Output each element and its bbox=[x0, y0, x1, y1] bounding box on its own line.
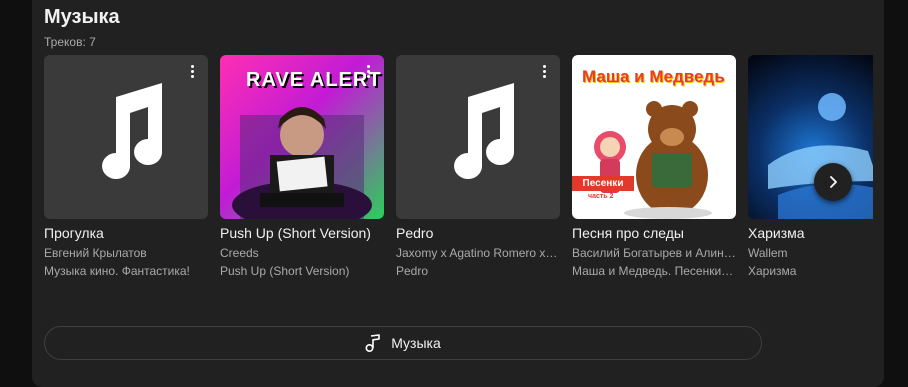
track-album[interactable]: Pedro bbox=[396, 264, 560, 278]
blue-portrait-cover-art bbox=[768, 93, 873, 219]
track-thumbnail[interactable]: Маша и Медведь Песенки часть 2 bbox=[572, 55, 736, 219]
track-title[interactable]: Песня про следы bbox=[572, 225, 736, 241]
track-card[interactable]: Прогулка Евгений Крылатов Музыка кино. Ф… bbox=[44, 55, 208, 278]
track-title[interactable]: Прогулка bbox=[44, 225, 208, 241]
more-options-icon[interactable] bbox=[184, 61, 200, 81]
track-artist[interactable]: Jaxomy x Agatino Romero x Raffaella Carr… bbox=[396, 246, 560, 260]
music-section-button[interactable]: Музыка bbox=[44, 326, 762, 360]
track-album[interactable]: Маша и Медведь. Песенки, часть 2 bbox=[572, 264, 736, 278]
cover-part-label: часть 2 bbox=[588, 193, 614, 200]
cover-badge: Песенки bbox=[572, 176, 634, 191]
section-title: Музыка bbox=[44, 6, 120, 28]
track-artist[interactable]: Creeds bbox=[220, 246, 384, 260]
cover-title-text: Маша и Медведь bbox=[582, 67, 725, 86]
more-options-icon[interactable] bbox=[536, 61, 552, 81]
track-album[interactable]: Харизма bbox=[748, 264, 873, 278]
track-card[interactable]: Маша и Медведь Песенки часть 2 Песня про… bbox=[572, 55, 736, 278]
track-thumbnail[interactable] bbox=[748, 55, 873, 219]
track-album[interactable]: Музыка кино. Фантастика! bbox=[44, 264, 208, 278]
track-thumbnail[interactable] bbox=[44, 55, 208, 219]
track-album[interactable]: Push Up (Short Version) bbox=[220, 264, 384, 278]
music-section-button-label: Музыка bbox=[391, 335, 441, 351]
track-carousel: Прогулка Евгений Крылатов Музыка кино. Ф… bbox=[44, 55, 873, 285]
track-thumbnail[interactable] bbox=[396, 55, 560, 219]
music-note-icon bbox=[365, 334, 381, 352]
track-thumbnail[interactable]: RAVE ALERT bbox=[220, 55, 384, 219]
track-count: Треков: 7 bbox=[44, 35, 96, 49]
track-title[interactable]: Харизма bbox=[748, 225, 873, 241]
track-title[interactable]: Push Up (Short Version) bbox=[220, 225, 384, 241]
track-card[interactable]: Харизма Wallem Харизма bbox=[748, 55, 873, 278]
more-options-icon[interactable] bbox=[360, 61, 376, 81]
track-artist[interactable]: Евгений Крылатов bbox=[44, 246, 208, 260]
track-card[interactable]: RAVE ALERT Push Up (Short Version) Creed… bbox=[220, 55, 384, 278]
chevron-right-icon bbox=[830, 176, 837, 188]
track-card[interactable]: Pedro Jaxomy x Agatino Romero x Raffaell… bbox=[396, 55, 560, 278]
track-artist[interactable]: Wallem bbox=[748, 246, 873, 260]
carousel-next-button[interactable] bbox=[814, 163, 852, 201]
track-title[interactable]: Pedro bbox=[396, 225, 560, 241]
track-artist[interactable]: Василий Богатырев и Алина Кукушкина bbox=[572, 246, 736, 260]
